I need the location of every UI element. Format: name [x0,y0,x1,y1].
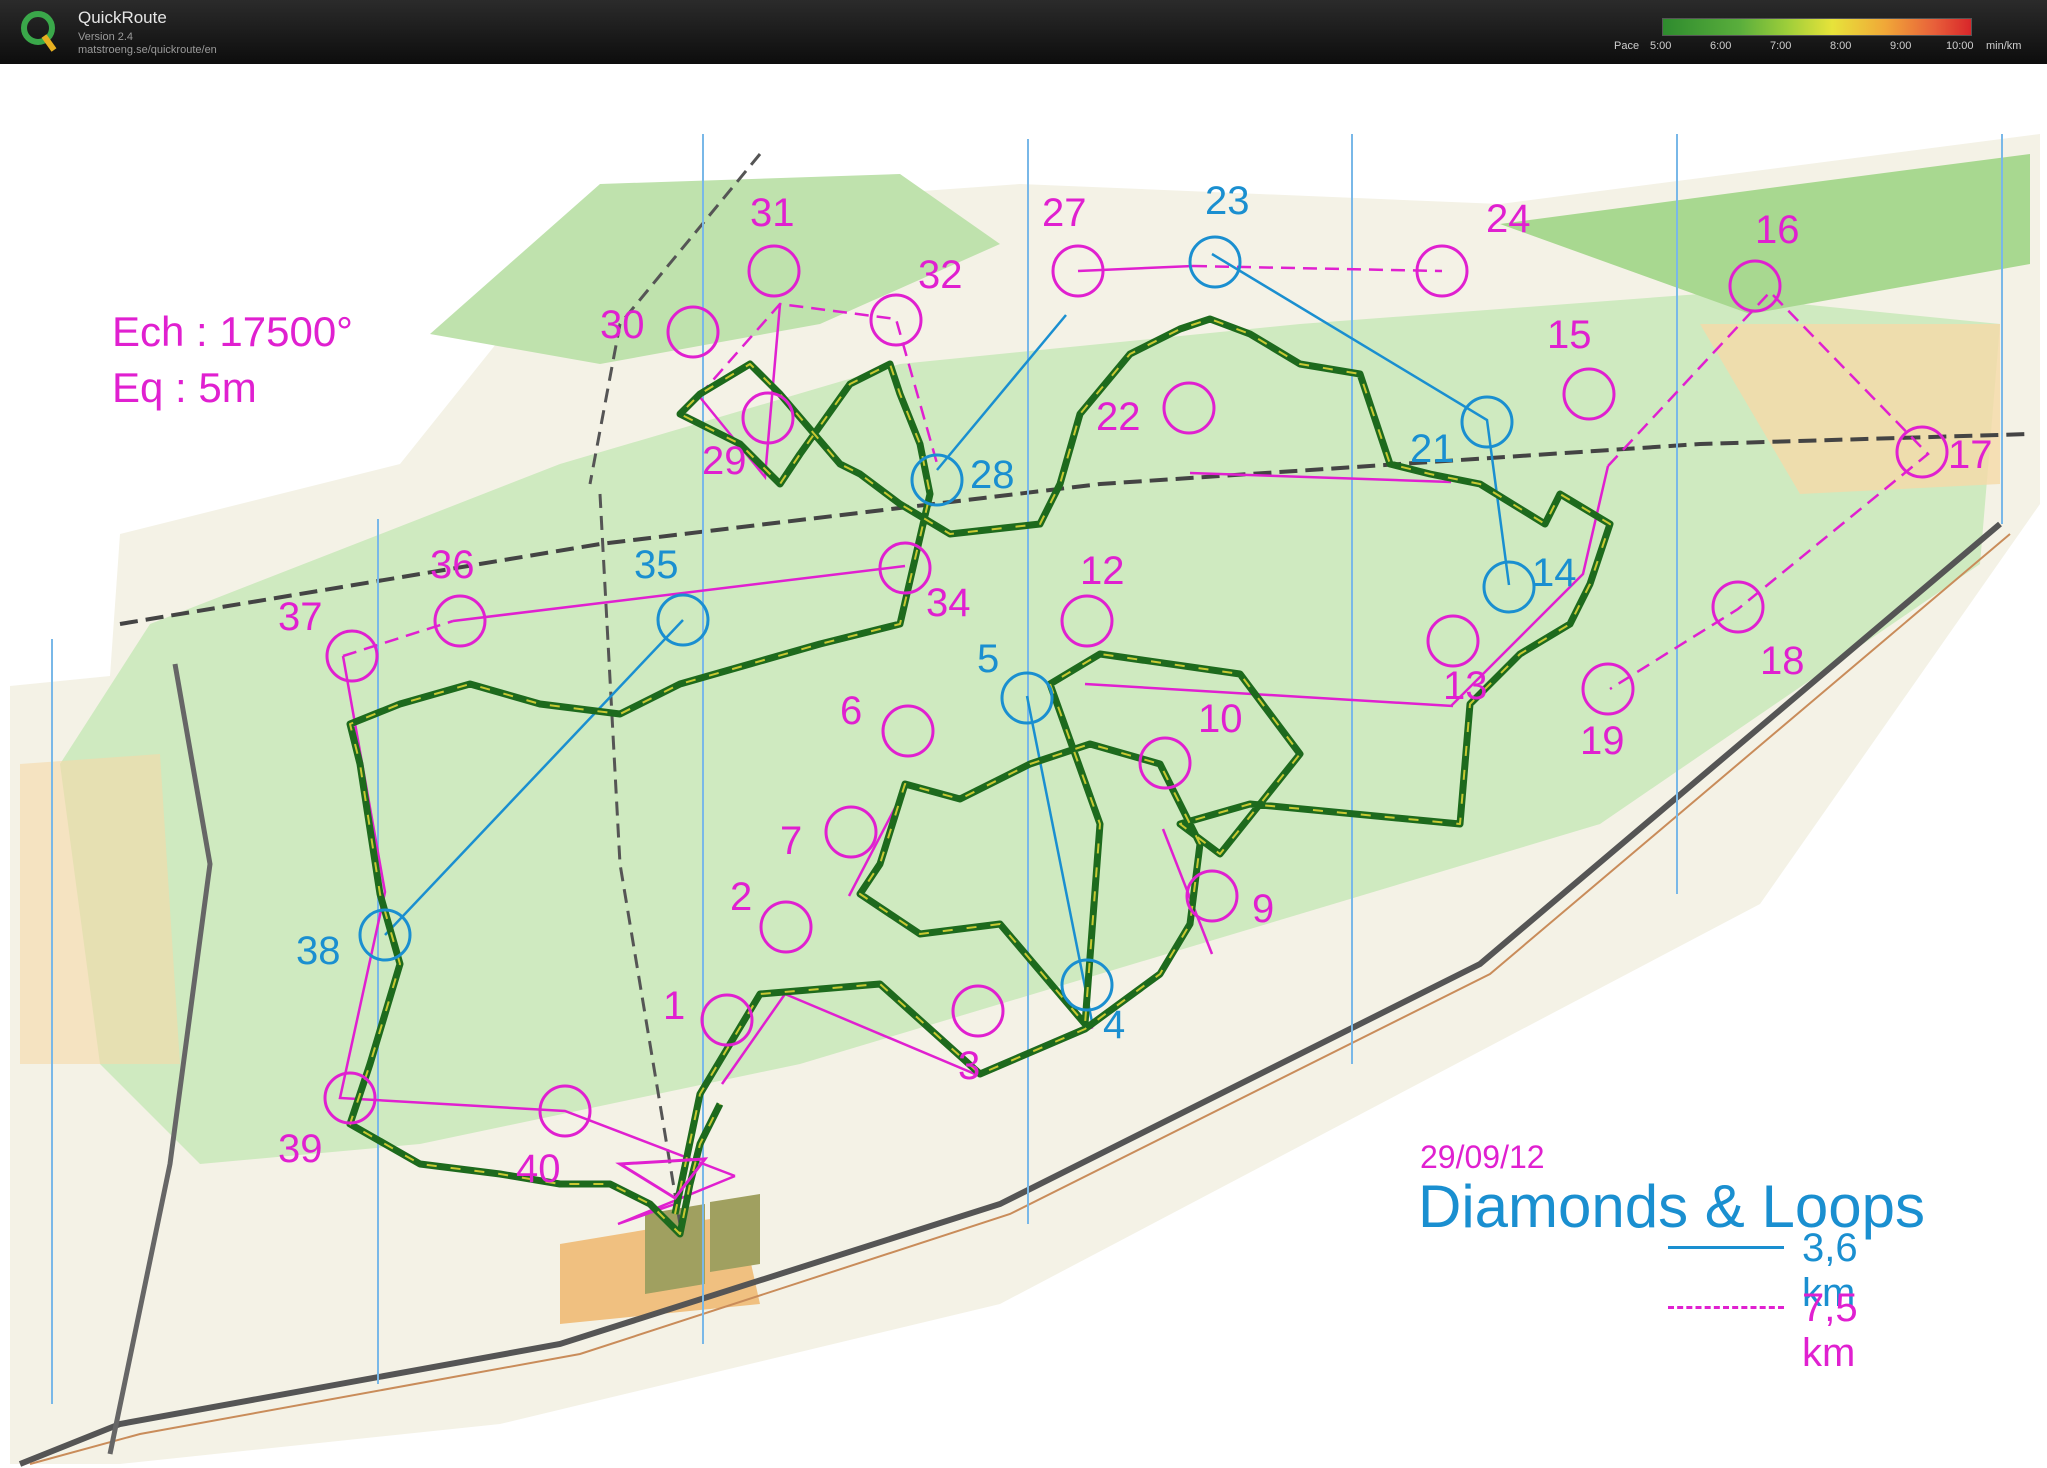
control-label-32: 32 [918,253,963,297]
control-label-19: 19 [1580,719,1625,763]
control-label-12: 12 [1080,549,1125,593]
control-label-37: 37 [278,595,323,639]
pace-color-bar [1662,18,1972,36]
pace-tick: 6:00 [1710,40,1732,52]
control-label-23: 23 [1205,179,1250,223]
control-label-27: 27 [1042,191,1087,235]
control-label-17: 17 [1948,433,1993,477]
map-canvas: 1 2 3 4 5 6 7 9 10 12 13 14 15 16 17 18 … [10,134,2040,1467]
legend-line-solid [1668,1246,1784,1249]
control-label-6: 6 [840,689,862,733]
open-land [20,754,180,1064]
control-label-15: 15 [1547,313,1592,357]
pace-label: Pace [1614,40,1640,52]
control-label-40: 40 [516,1147,561,1191]
app-version: Version 2.4 [78,31,134,43]
pace-legend: Pace 5:00 6:00 7:00 8:00 9:00 10:00 min/… [1610,14,2030,58]
control-label-21: 21 [1410,427,1455,471]
title-bar: QuickRoute Version 2.4 matstroeng.se/qui… [0,0,2047,64]
pace-unit: min/km [1986,40,2022,52]
control-label-34: 34 [926,581,971,625]
control-label-38: 38 [296,929,341,973]
control-label-24: 24 [1486,197,1531,241]
control-label-30: 30 [600,303,645,347]
legend-line-dashed [1668,1306,1784,1309]
app-url: matstroeng.se/quickroute/en [78,44,217,56]
pace-tick: 7:00 [1770,40,1792,52]
quickroute-logo-icon [21,11,57,52]
control-label-2: 2 [730,875,752,919]
event-date: 29/09/12 [1420,1139,1545,1175]
control-label-39: 39 [278,1127,323,1171]
pace-tick: 5:00 [1650,40,1672,52]
contour-interval: Eq : 5m [112,364,257,411]
control-label-4: 4 [1103,1003,1125,1047]
app-name: QuickRoute [78,8,167,27]
pace-tick: 9:00 [1890,40,1912,52]
control-label-36: 36 [430,543,475,587]
control-label-18: 18 [1760,639,1805,683]
control-label-31: 31 [750,191,795,235]
control-label-35: 35 [634,543,679,587]
control-label-5: 5 [977,637,999,681]
field [645,1204,705,1294]
legend-length: 7,5 km [1802,1286,1858,1375]
pace-tick: 10:00 [1946,40,1974,52]
orienteering-map[interactable]: 1 2 3 4 5 6 7 9 10 12 13 14 15 16 17 18 … [0,64,2047,1468]
control-label-3: 3 [958,1044,980,1088]
field [710,1194,760,1272]
control-label-1: 1 [663,984,685,1028]
control-label-13: 13 [1443,664,1488,708]
control-label-29: 29 [702,439,747,483]
control-label-28: 28 [970,453,1015,497]
control-label-10: 10 [1198,697,1243,741]
map-scale: Ech : 17500° [112,308,353,355]
control-label-16: 16 [1755,208,1800,252]
control-label-22: 22 [1096,395,1141,439]
pace-tick: 8:00 [1830,40,1852,52]
control-label-9: 9 [1252,887,1274,931]
control-label-7: 7 [780,819,802,863]
control-label-14: 14 [1532,551,1577,595]
